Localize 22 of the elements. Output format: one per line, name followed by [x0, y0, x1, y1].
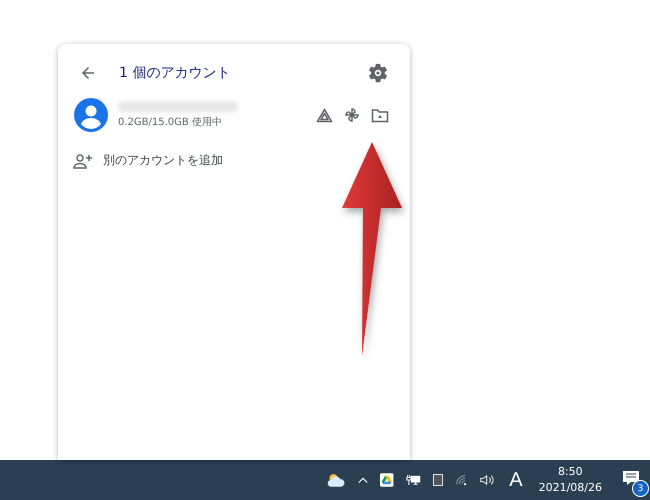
add-account-link[interactable]: 別のアカウントを追加 [103, 152, 223, 169]
notification-count-badge: 3 [632, 480, 649, 497]
clock[interactable]: 8:50 2021/08/26 [538, 464, 602, 496]
wifi-icon[interactable] [454, 473, 468, 487]
power-monitor-icon[interactable] [406, 472, 421, 488]
weather-cloud-icon[interactable] [326, 471, 346, 489]
triangle-icon[interactable] [316, 108, 333, 122]
clock-date: 2021/08/26 [538, 480, 602, 496]
avatar-icon [74, 98, 108, 132]
drive-icon[interactable] [380, 472, 394, 488]
panel-title: 1 個のアカウント [119, 64, 230, 82]
clock-time: 8:50 [558, 464, 583, 480]
add-person-icon[interactable] [73, 152, 93, 168]
grid-square-icon[interactable] [432, 473, 443, 487]
settings-icon[interactable] [367, 62, 389, 84]
folder-icon[interactable] [371, 108, 389, 122]
ime-indicator[interactable]: A [509, 468, 523, 492]
speaker-icon[interactable] [480, 473, 496, 487]
chevron-up-icon[interactable] [358, 476, 368, 484]
storage-usage: 0.2GB/15.0GB 使用中 [118, 116, 223, 129]
pinwheel-icon[interactable] [343, 106, 361, 124]
notification-icon[interactable] [622, 470, 640, 486]
